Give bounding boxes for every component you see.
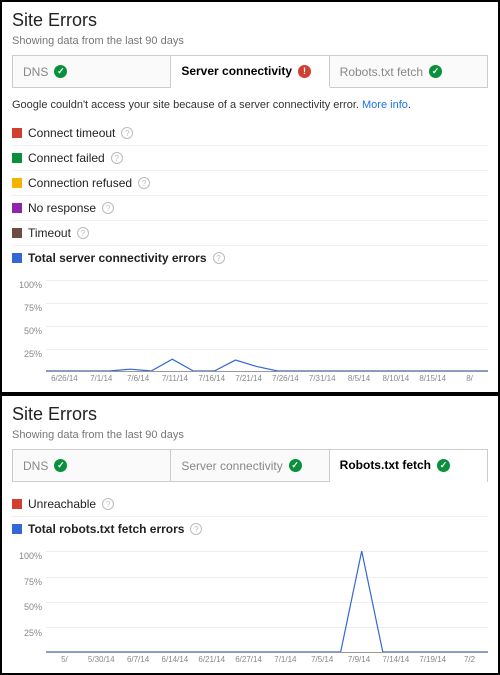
legend-item: No response ? bbox=[12, 196, 488, 221]
tab-label: Server connectivity bbox=[181, 64, 292, 78]
subtitle: Showing data from the last 90 days bbox=[12, 429, 488, 441]
tabs: DNS ✓ Server connectivity ! Robots.txt f… bbox=[12, 55, 488, 88]
chart-robots-txt: 100% 75% 50% 25% 5/5/30/146/7/146/14/146… bbox=[16, 551, 488, 671]
tab-label: Server connectivity bbox=[181, 459, 282, 473]
swatch-icon bbox=[12, 499, 22, 509]
legend: Unreachable ? Total robots.txt fetch err… bbox=[12, 492, 488, 541]
tab-dns[interactable]: DNS ✓ bbox=[13, 56, 171, 87]
tab-label: Robots.txt fetch bbox=[340, 65, 423, 79]
check-icon: ✓ bbox=[429, 65, 442, 78]
tab-server-connectivity[interactable]: Server connectivity ✓ bbox=[171, 450, 329, 481]
swatch-icon bbox=[12, 128, 22, 138]
tab-dns[interactable]: DNS ✓ bbox=[13, 450, 171, 481]
help-icon[interactable]: ? bbox=[102, 202, 114, 214]
help-icon[interactable]: ? bbox=[190, 523, 202, 535]
swatch-icon bbox=[12, 153, 22, 163]
swatch-icon bbox=[12, 524, 22, 534]
legend-item: Total robots.txt fetch errors ? bbox=[12, 517, 488, 541]
tab-robots[interactable]: Robots.txt fetch ✓ bbox=[330, 56, 487, 87]
legend-item: Timeout ? bbox=[12, 221, 488, 246]
chart-plot-area bbox=[46, 551, 488, 653]
swatch-icon bbox=[12, 178, 22, 188]
help-icon[interactable]: ? bbox=[77, 227, 89, 239]
page-title: Site Errors bbox=[12, 10, 488, 31]
legend-item: Connect timeout ? bbox=[12, 121, 488, 146]
legend-item: Connect failed ? bbox=[12, 146, 488, 171]
tabs: DNS ✓ Server connectivity ✓ Robots.txt f… bbox=[12, 449, 488, 482]
check-icon: ✓ bbox=[289, 459, 302, 472]
page-title: Site Errors bbox=[12, 404, 488, 425]
tab-server-connectivity[interactable]: Server connectivity ! bbox=[171, 56, 329, 88]
y-axis-labels: 100% 75% 50% 25% bbox=[16, 280, 46, 372]
x-axis-labels: 6/26/147/1/147/6/147/11/147/16/147/21/14… bbox=[46, 374, 488, 390]
help-icon[interactable]: ? bbox=[121, 127, 133, 139]
chart-server-connectivity: 100% 75% 50% 25% 6/26/147/1/147/6/147/11… bbox=[16, 280, 488, 390]
swatch-icon bbox=[12, 253, 22, 263]
legend: Connect timeout ? Connect failed ? Conne… bbox=[12, 121, 488, 270]
help-icon[interactable]: ? bbox=[138, 177, 150, 189]
tab-robots[interactable]: Robots.txt fetch ✓ bbox=[330, 450, 487, 482]
help-icon[interactable]: ? bbox=[102, 498, 114, 510]
panel-robots-txt: Site Errors Showing data from the last 9… bbox=[0, 394, 500, 675]
swatch-icon bbox=[12, 203, 22, 213]
legend-item: Connection refused ? bbox=[12, 171, 488, 196]
tab-label: DNS bbox=[23, 459, 48, 473]
tab-label: DNS bbox=[23, 65, 48, 79]
legend-item: Total server connectivity errors ? bbox=[12, 246, 488, 270]
error-message: Google couldn't access your site because… bbox=[12, 98, 488, 113]
help-icon[interactable]: ? bbox=[111, 152, 123, 164]
error-icon: ! bbox=[298, 65, 311, 78]
swatch-icon bbox=[12, 228, 22, 238]
y-axis-labels: 100% 75% 50% 25% bbox=[16, 551, 46, 653]
panel-server-connectivity: Site Errors Showing data from the last 9… bbox=[0, 0, 500, 394]
check-icon: ✓ bbox=[437, 459, 450, 472]
legend-item: Unreachable ? bbox=[12, 492, 488, 517]
tab-label: Robots.txt fetch bbox=[340, 458, 431, 472]
check-icon: ✓ bbox=[54, 65, 67, 78]
subtitle: Showing data from the last 90 days bbox=[12, 35, 488, 47]
chart-plot-area bbox=[46, 280, 488, 372]
more-info-link[interactable]: More info bbox=[362, 99, 408, 111]
help-icon[interactable]: ? bbox=[213, 252, 225, 264]
check-icon: ✓ bbox=[54, 459, 67, 472]
x-axis-labels: 5/5/30/146/7/146/14/146/21/146/27/147/1/… bbox=[46, 655, 488, 671]
